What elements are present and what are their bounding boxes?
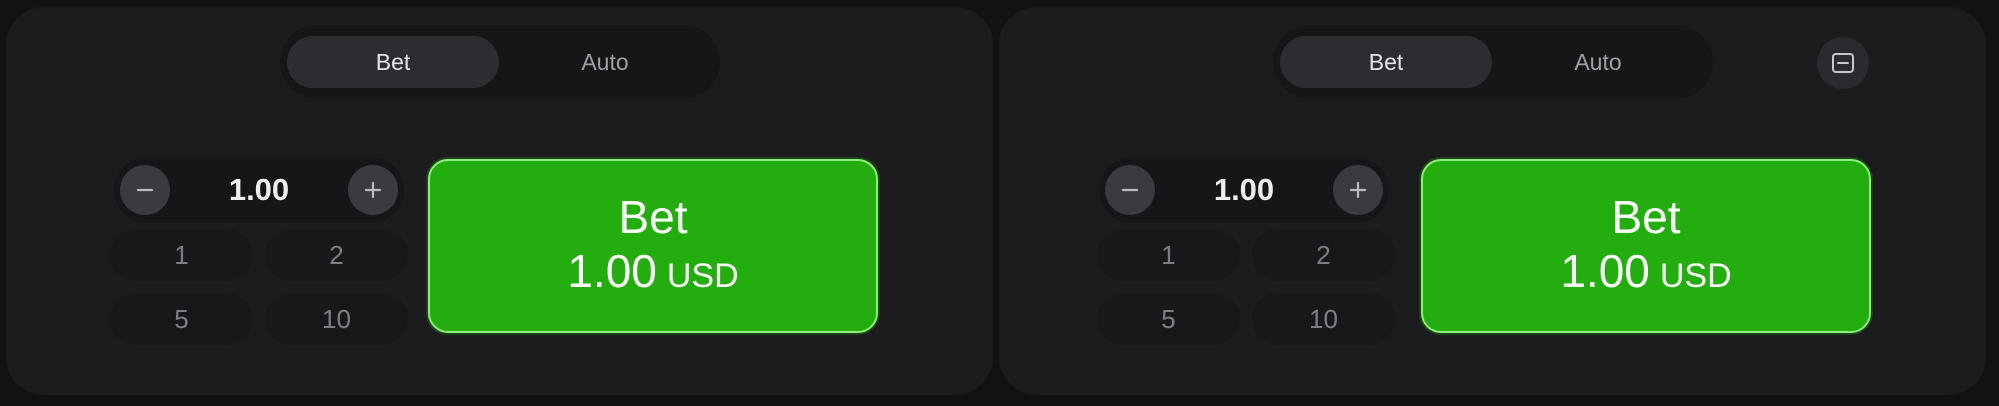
bet-currency: USD: [1659, 256, 1732, 295]
quick-amount-chip[interactable]: 1: [1097, 229, 1240, 281]
bet-panels: Bet Auto 1.00 1 2 5 10 Bet 1.00 USD Bet …: [0, 0, 1999, 406]
plus-icon: [1349, 181, 1367, 199]
decrease-button[interactable]: [1105, 165, 1155, 215]
quick-amount-chip[interactable]: 2: [265, 229, 408, 281]
quick-amount-chip[interactable]: 10: [1252, 293, 1395, 345]
bet-button-amount: 1.00 USD: [567, 244, 738, 303]
bet-button-amount: 1.00 USD: [1560, 244, 1731, 303]
quick-amount-chip[interactable]: 1: [110, 229, 253, 281]
quick-amount-chip[interactable]: 10: [265, 293, 408, 345]
quick-amounts: 1 2 5 10: [1097, 229, 1397, 347]
remove-panel-button[interactable]: [1817, 37, 1869, 89]
tab-bet[interactable]: Bet: [1280, 36, 1492, 88]
bet-panel-1: Bet Auto 1.00 1 2 5 10 Bet 1.00 USD: [6, 7, 993, 395]
amount-value[interactable]: 1.00: [1214, 172, 1274, 208]
quick-amount-chip[interactable]: 5: [1097, 293, 1240, 345]
amount-value[interactable]: 1.00: [229, 172, 289, 208]
bet-button[interactable]: Bet 1.00 USD: [428, 159, 878, 333]
quick-amount-chip[interactable]: 2: [1252, 229, 1395, 281]
tab-bet[interactable]: Bet: [287, 36, 499, 88]
bet-amount-value: 1.00: [1560, 244, 1650, 297]
increase-button[interactable]: [348, 165, 398, 215]
increase-button[interactable]: [1333, 165, 1383, 215]
plus-icon: [364, 181, 382, 199]
minus-icon: [136, 188, 154, 192]
decrease-button[interactable]: [120, 165, 170, 215]
minus-icon: [1121, 188, 1139, 192]
quick-amount-chip[interactable]: 5: [110, 293, 253, 345]
mode-tabs: Bet Auto: [1273, 25, 1713, 99]
bet-button-title: Bet: [1611, 190, 1681, 243]
bet-button[interactable]: Bet 1.00 USD: [1421, 159, 1871, 333]
minus-square-icon: [1832, 53, 1854, 73]
amount-stepper: 1.00: [114, 157, 404, 223]
bet-button-title: Bet: [618, 190, 688, 243]
bet-panel-2: Bet Auto 1.00 1 2 5 10 Bet 1.00 USD: [999, 7, 1986, 395]
quick-amounts: 1 2 5 10: [110, 229, 410, 347]
bet-currency: USD: [666, 256, 739, 295]
bet-amount-value: 1.00: [567, 244, 657, 297]
amount-stepper: 1.00: [1099, 157, 1389, 223]
tab-auto[interactable]: Auto: [499, 36, 711, 88]
tab-auto[interactable]: Auto: [1492, 36, 1704, 88]
mode-tabs: Bet Auto: [280, 25, 720, 99]
